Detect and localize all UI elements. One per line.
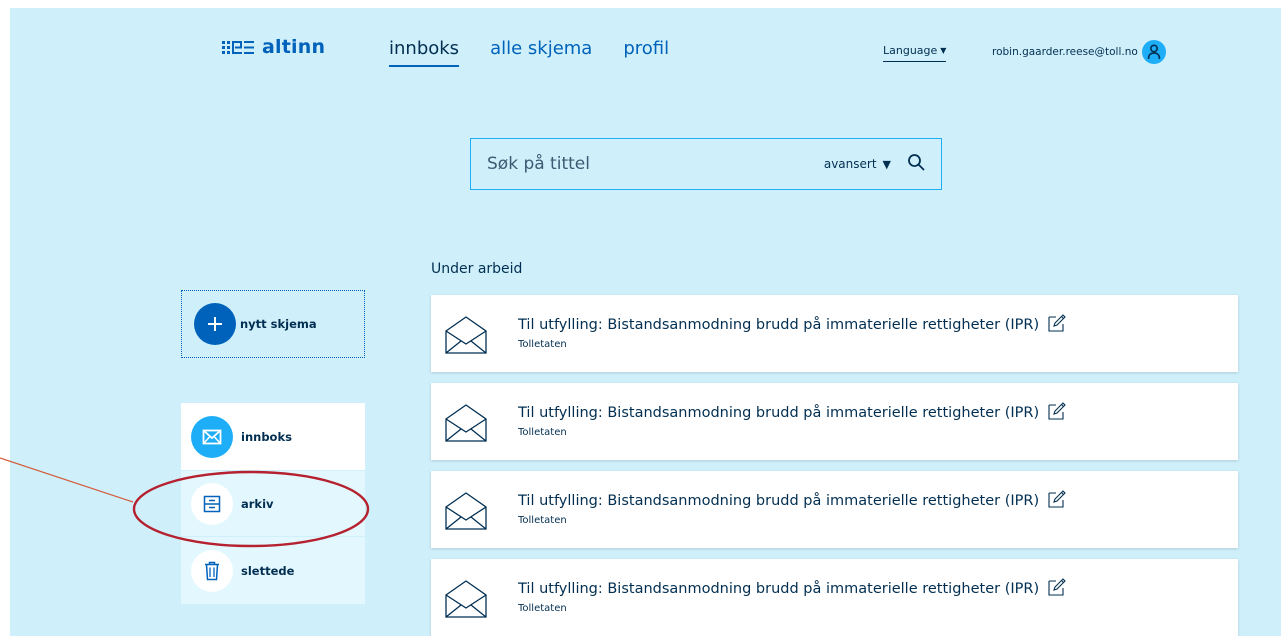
message-title: Til utfylling: Bistandsanmodning brudd p… bbox=[518, 489, 1067, 513]
main-nav: innboks alle skjema profil bbox=[389, 38, 669, 67]
message-sender: Tolletaten bbox=[518, 515, 567, 526]
edit-form-icon bbox=[1047, 401, 1067, 425]
message-title-text: Til utfylling: Bistandsanmodning brudd p… bbox=[518, 493, 1040, 509]
altinn-logo[interactable]: altinn bbox=[222, 36, 325, 58]
message-title: Til utfylling: Bistandsanmodning brudd p… bbox=[518, 401, 1067, 425]
message-title: Til utfylling: Bistandsanmodning brudd p… bbox=[518, 577, 1067, 601]
trash-icon bbox=[191, 549, 233, 592]
message-title-text: Til utfylling: Bistandsanmodning brudd p… bbox=[518, 405, 1040, 421]
message-row[interactable]: Til utfylling: Bistandsanmodning brudd p… bbox=[431, 471, 1238, 548]
message-title: Til utfylling: Bistandsanmodning brudd p… bbox=[518, 313, 1067, 337]
new-form-button[interactable]: nytt skjema bbox=[181, 290, 365, 358]
new-form-label: nytt skjema bbox=[240, 317, 317, 331]
envelope-open-icon bbox=[444, 403, 488, 447]
edit-form-icon bbox=[1047, 577, 1067, 601]
sidebar-item-innboks[interactable]: innboks bbox=[181, 403, 365, 470]
section-title: Under arbeid bbox=[431, 261, 523, 277]
envelope-open-icon bbox=[444, 315, 488, 359]
message-sender: Tolletaten bbox=[518, 603, 567, 614]
edit-form-icon bbox=[1047, 313, 1067, 337]
sidebar-item-arkiv[interactable]: arkiv bbox=[181, 470, 365, 537]
message-row[interactable]: Til utfylling: Bistandsanmodning brudd p… bbox=[431, 559, 1238, 636]
envelope-open-icon bbox=[444, 491, 488, 535]
altinn-logo-icon bbox=[222, 40, 254, 54]
archive-icon bbox=[191, 482, 233, 525]
logo-text: altinn bbox=[262, 36, 326, 58]
envelope-icon bbox=[191, 415, 233, 458]
plus-icon bbox=[194, 303, 236, 345]
message-sender: Tolletaten bbox=[518, 427, 567, 438]
message-title-text: Til utfylling: Bistandsanmodning brudd p… bbox=[518, 581, 1040, 597]
user-email: robin.gaarder.reese@toll.no bbox=[992, 46, 1138, 58]
sidebar-item-slettede[interactable]: slettede bbox=[181, 537, 365, 604]
message-row[interactable]: Til utfylling: Bistandsanmodning brudd p… bbox=[431, 295, 1238, 372]
language-dropdown[interactable]: Language ▼ bbox=[883, 44, 947, 62]
user-menu[interactable]: robin.gaarder.reese@toll.no bbox=[992, 40, 1166, 64]
message-title-text: Til utfylling: Bistandsanmodning brudd p… bbox=[518, 317, 1040, 333]
message-row[interactable]: Til utfylling: Bistandsanmodning brudd p… bbox=[431, 383, 1238, 460]
search-input[interactable] bbox=[487, 154, 824, 174]
sidebar-item-label: slettede bbox=[241, 563, 295, 578]
advanced-search-toggle[interactable]: avansert ▼ bbox=[824, 157, 891, 171]
envelope-open-icon bbox=[444, 579, 488, 623]
triangle-down-icon: ▼ bbox=[882, 157, 891, 171]
message-sender: Tolletaten bbox=[518, 339, 567, 350]
language-label: Language bbox=[883, 44, 938, 57]
sidebar-item-label: innboks bbox=[241, 429, 292, 444]
advanced-label: avansert bbox=[823, 157, 877, 171]
nav-profil[interactable]: profil bbox=[623, 38, 669, 67]
caret-down-icon: ▼ bbox=[940, 46, 947, 55]
edit-form-icon bbox=[1047, 489, 1067, 513]
search-icon[interactable] bbox=[907, 153, 925, 175]
sidebar-item-label: arkiv bbox=[241, 496, 274, 511]
nav-innboks[interactable]: innboks bbox=[389, 38, 460, 67]
search-box: avansert ▼ bbox=[470, 138, 942, 190]
sidebar-menu: innboks arkiv slettede bbox=[181, 403, 365, 604]
nav-alle-skjema[interactable]: alle skjema bbox=[490, 38, 592, 67]
user-avatar-icon bbox=[1141, 40, 1166, 64]
